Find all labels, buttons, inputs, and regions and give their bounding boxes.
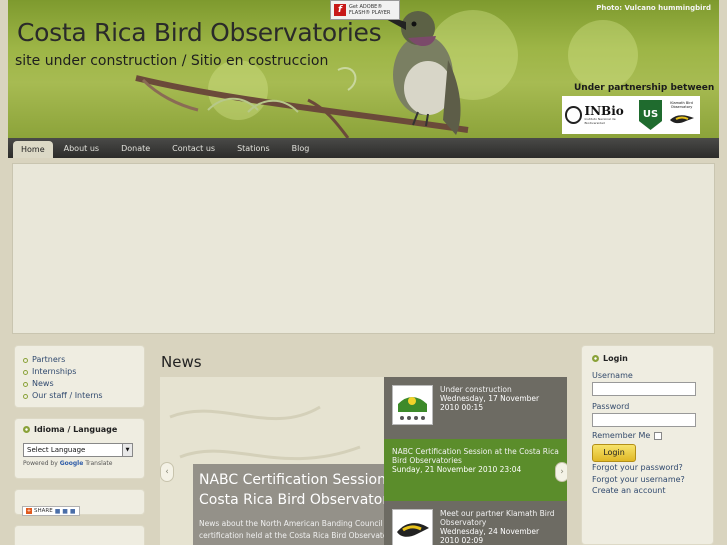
password-input[interactable] <box>592 413 696 427</box>
sidebar-item-staff[interactable]: Our staff / Interns <box>23 390 136 402</box>
feature-description: News about the North American Banding Co… <box>199 519 383 528</box>
block-bullet-icon <box>23 426 30 433</box>
sidebar-item-label: Internships <box>32 367 77 376</box>
chevron-down-icon[interactable]: ▼ <box>122 444 132 456</box>
site-subtitle: site under construction / Sitio en costr… <box>15 53 329 69</box>
news-item-date: Wednesday, 17 November 2010 00:15 <box>440 394 540 412</box>
language-select[interactable]: Select Language ▼ <box>23 443 133 457</box>
sidebar-links-block: Partners Internships News Our staff / In… <box>14 345 145 408</box>
login-block: Login Username Password Remember Me Logi… <box>581 345 714 545</box>
nav-home[interactable]: Home <box>13 141 53 158</box>
sidebar-item-label: Partners <box>32 355 66 364</box>
news-item-date: Sunday, 21 November 2010 23:04 <box>392 465 522 474</box>
sidebar-item-partners[interactable]: Partners <box>23 354 136 366</box>
remember-me-row: Remember Me <box>592 431 703 440</box>
bird-icon <box>669 115 694 124</box>
inbio-logo-text: INBio <box>584 104 624 118</box>
language-title-text: Idioma / Language <box>34 425 118 434</box>
banner-area <box>12 163 715 334</box>
usfs-shield-logo[interactable]: US <box>638 100 663 130</box>
sidebar-item-label: News <box>32 379 54 388</box>
username-input[interactable] <box>592 382 696 396</box>
news-item-date: Wednesday, 24 November 2010 02:09 <box>440 527 540 545</box>
sidebar-item-label: Our staff / Interns <box>32 391 103 400</box>
bullet-icon <box>23 381 28 387</box>
bullet-icon <box>23 369 28 375</box>
nav-stations[interactable]: Stations <box>226 138 281 158</box>
share-label: SHARE <box>34 508 53 514</box>
news-item-title[interactable]: Under construction <box>440 385 559 394</box>
social-icons: ■ ■ ■ <box>54 507 76 515</box>
sidebar-item-internships[interactable]: Internships <box>23 366 136 378</box>
partnership-label: Under partnership between <box>574 83 715 93</box>
klamath-bird-icon <box>397 523 429 537</box>
news-list: Under construction Wednesday, 17 Novembe… <box>384 377 567 545</box>
get-flash-player-button[interactable]: f Get ADOBE® FLASH® PLAYER <box>330 0 400 20</box>
plus-icon: + <box>26 508 32 514</box>
observatory-logo-icon <box>398 397 427 420</box>
forgot-username-link[interactable]: Forgot your username? <box>592 474 703 486</box>
google-logo-text: Google <box>59 460 84 467</box>
news-feature-caption[interactable]: NABC Certification Session at the Costa … <box>193 464 432 545</box>
login-title-text: Login <box>603 354 628 363</box>
chevron-left-icon[interactable]: ‹ <box>160 462 174 482</box>
inbio-circle-icon <box>565 106 583 124</box>
news-item-title[interactable]: NABC Certification Session at the Costa … <box>392 447 559 465</box>
share-button[interactable]: + SHARE ■ ■ ■ <box>22 506 80 516</box>
remember-me-checkbox[interactable] <box>654 431 663 440</box>
remember-me-label: Remember Me <box>592 431 651 440</box>
login-links: Forgot your password? Forgot your userna… <box>592 462 703 497</box>
klamath-logo[interactable]: Klamath Bird Observatory <box>666 101 697 129</box>
site-header: Costa Rica Bird Observatories site under… <box>8 0 719 138</box>
sidebar-item-news[interactable]: News <box>23 378 136 390</box>
main-nav: Home About us Donate Contact us Stations… <box>8 138 719 158</box>
sidebar-bottom-block <box>14 525 145 545</box>
block-bullet-icon <box>592 355 599 362</box>
news-item-title[interactable]: Meet our partner Klamath Bird Observator… <box>440 509 559 527</box>
nav-blog[interactable]: Blog <box>281 138 321 158</box>
password-label: Password <box>592 402 630 411</box>
news-heading: News <box>161 353 202 371</box>
news-item-active[interactable]: NABC Certification Session at the Costa … <box>384 439 567 501</box>
language-select-value: Select Language <box>27 446 86 454</box>
bullet-icon <box>23 393 28 399</box>
login-block-title: Login <box>592 354 703 363</box>
language-block-title: Idioma / Language <box>23 425 136 434</box>
news-thumbnail <box>392 509 433 545</box>
inbio-logo-subtext: Instituto Nacional de Biodiversidad <box>584 117 616 125</box>
photo-credit: Photo: Vulcano hummingbird <box>596 4 711 12</box>
powered-by-text: Powered by <box>23 460 58 467</box>
bullet-icon <box>23 357 28 363</box>
login-button[interactable]: Login <box>592 444 636 462</box>
nav-about-us[interactable]: About us <box>53 138 110 158</box>
feature-description: certification held at the Costa Rica Bir… <box>199 531 402 540</box>
klamath-logo-text: Klamath Bird Observatory <box>670 101 693 109</box>
news-slider: NABC Certification Session at the Costa … <box>160 377 567 545</box>
feature-headline: NABC Certification Session at the <box>199 472 432 488</box>
translate-text: Translate <box>85 460 113 467</box>
partner-logos: INBio Instituto Nacional de Biodiversida… <box>562 96 700 134</box>
feature-headline: Costa Rica Bird Observatories <box>199 492 408 508</box>
chevron-right-icon[interactable]: › <box>555 462 567 482</box>
news-item[interactable]: Under construction Wednesday, 17 Novembe… <box>384 377 567 439</box>
flash-badge-label: Get ADOBE® FLASH® PLAYER <box>349 4 391 16</box>
powered-by-google-translate[interactable]: Powered by Google Translate <box>23 460 136 467</box>
username-label: Username <box>592 371 633 380</box>
flash-icon: f <box>334 4 346 16</box>
news-item[interactable]: Meet our partner Klamath Bird Observator… <box>384 501 567 545</box>
create-account-link[interactable]: Create an account <box>592 485 703 497</box>
site-title[interactable]: Costa Rica Bird Observatories <box>17 18 382 47</box>
nav-donate[interactable]: Donate <box>110 138 161 158</box>
share-block: + SHARE ■ ■ ■ <box>14 489 145 516</box>
news-thumbnail <box>392 385 433 425</box>
nav-contact-us[interactable]: Contact us <box>161 138 226 158</box>
inbio-logo[interactable]: INBio Instituto Nacional de Biodiversida… <box>565 105 635 125</box>
forgot-password-link[interactable]: Forgot your password? <box>592 462 703 474</box>
language-block: Idioma / Language Select Language ▼ Powe… <box>14 418 145 479</box>
